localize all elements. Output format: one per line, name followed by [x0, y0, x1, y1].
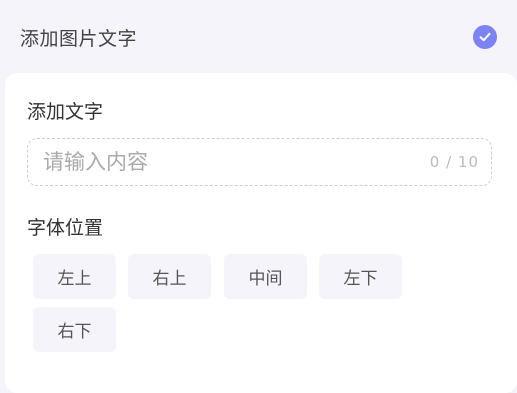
text-input[interactable] [43, 150, 403, 174]
text-input-box[interactable]: 0 / 10 [27, 138, 492, 186]
char-counter: 0 / 10 [429, 153, 479, 171]
add-image-text-row[interactable]: 添加图片文字 [0, 14, 517, 60]
checkmark-icon[interactable] [473, 25, 497, 49]
position-top-right-button[interactable]: 右上 [128, 254, 211, 299]
text-settings-card: 添加文字 0 / 10 字体位置 左上 右上 中间 左下 右下 [5, 73, 517, 393]
add-image-text-label: 添加图片文字 [20, 27, 138, 50]
position-top-left-button[interactable]: 左上 [33, 254, 116, 299]
position-bottom-right-button[interactable]: 右下 [33, 307, 116, 352]
position-center-button[interactable]: 中间 [224, 254, 307, 299]
font-position-title: 字体位置 [27, 217, 104, 239]
position-bottom-left-button[interactable]: 左下 [319, 254, 402, 299]
add-text-title: 添加文字 [27, 101, 104, 123]
